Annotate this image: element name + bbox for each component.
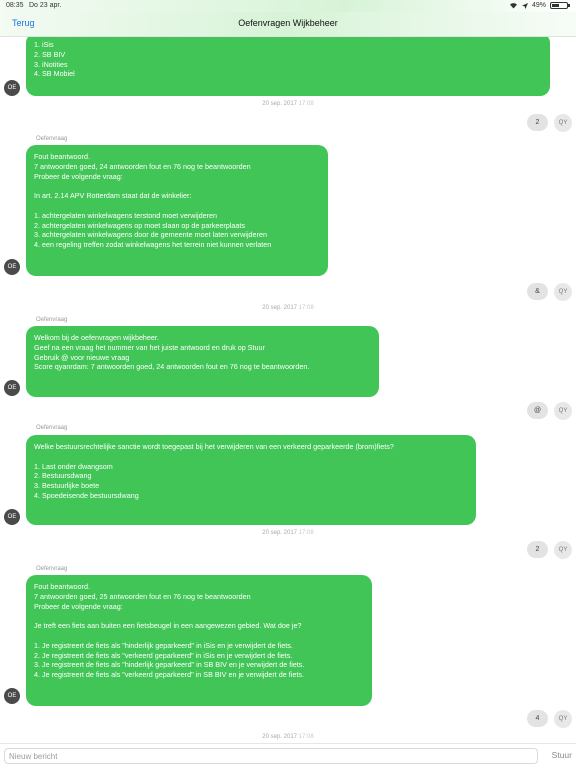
bot-message: Welke bestuursrechtelijke sanctie wordt …	[26, 435, 476, 525]
user-avatar: QY	[554, 402, 572, 420]
timestamp: 20 sep. 2017 17:08	[262, 530, 314, 536]
battery-icon	[550, 2, 570, 9]
bot-avatar: OE	[4, 509, 20, 525]
message-sender: Oefenvraag	[36, 425, 68, 431]
user-avatar: QY	[554, 541, 572, 559]
battery-percent: 49%	[531, 2, 546, 9]
timestamp: 20 sep. 2017 17:08	[262, 305, 314, 311]
user-reply: @	[527, 402, 548, 419]
status-right: 49%	[509, 2, 570, 9]
bot-message: Fout beantwoord. 7 antwoorden goed, 24 a…	[26, 145, 328, 276]
message-sender: Oefenvraag	[36, 317, 68, 323]
user-avatar: QY	[554, 283, 572, 301]
bot-avatar: OE	[4, 380, 20, 396]
message-sender: Oefenvraag	[36, 136, 68, 142]
user-reply: 2	[527, 114, 548, 131]
bot-avatar: OE	[4, 259, 20, 275]
bot-message: 1. iSis 2. SB BIV 3. iNotities 4. SB Mob…	[26, 37, 550, 96]
message-sender: Oefenvraag	[36, 566, 68, 572]
user-reply: 4	[527, 710, 548, 727]
message-thread[interactable]: 1. iSis 2. SB BIV 3. iNotities 4. SB Mob…	[0, 37, 576, 742]
composer-bar: Stuur	[0, 743, 576, 769]
status-time: 08:35	[6, 2, 24, 9]
status-date: Do 23 apr.	[29, 2, 62, 9]
user-reply: &	[527, 283, 548, 300]
new-message-input[interactable]	[4, 748, 538, 764]
bot-avatar: OE	[4, 688, 20, 704]
bot-message: Welkom bij de oefenvragen wijkbeheer. Ge…	[26, 326, 379, 397]
navigation-bar: Terug Oefenvragen Wijkbeheer	[0, 12, 576, 37]
page-title: Oefenvragen Wijkbeheer	[238, 18, 338, 28]
wifi-icon	[509, 3, 517, 9]
timestamp: 20 sep. 2017 17:08	[262, 734, 314, 740]
bot-message: Fout beantwoord. 7 antwoorden goed, 25 a…	[26, 575, 372, 706]
location-icon	[521, 2, 528, 9]
bot-avatar: OE	[4, 80, 20, 96]
user-avatar: QY	[554, 114, 572, 132]
user-avatar: QY	[554, 710, 572, 728]
send-button[interactable]: Stuur	[552, 750, 572, 760]
user-reply: 2	[527, 541, 548, 558]
status-bar: 08:35 Do 23 apr. 49%	[0, 0, 576, 12]
timestamp: 20 sep. 2017 17:08	[262, 101, 314, 107]
